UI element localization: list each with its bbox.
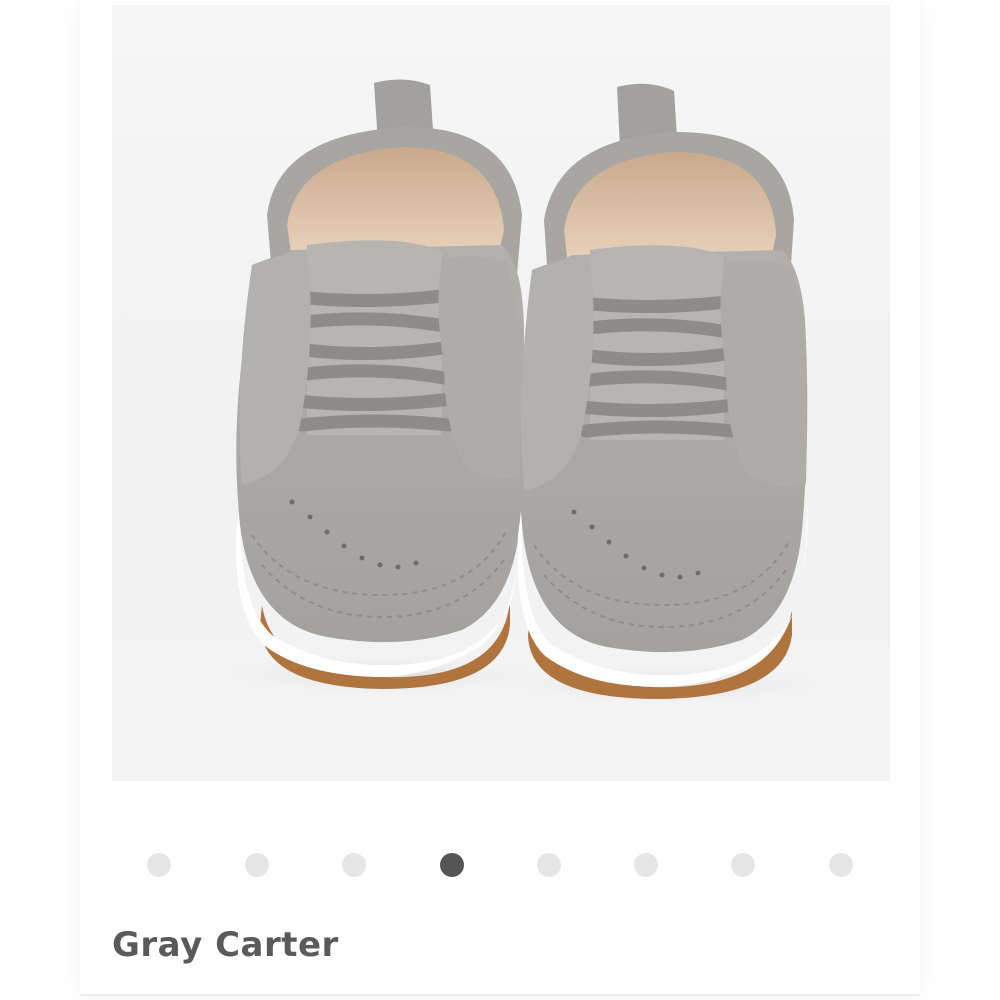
product-page: Gray Carter (0, 0, 1000, 1000)
carousel-dot-1[interactable] (147, 853, 171, 877)
product-image[interactable] (112, 5, 890, 781)
carousel-dot-7[interactable] (731, 853, 755, 877)
divider (80, 994, 920, 996)
shoe-right (517, 83, 808, 699)
product-title: Gray Carter (112, 925, 339, 965)
carousel-dot-8[interactable] (829, 853, 853, 877)
carousel-dot-5[interactable] (537, 853, 561, 877)
carousel-indicators (0, 853, 1000, 877)
product-photo-shoes (212, 79, 837, 707)
carousel-dot-4-active[interactable] (440, 853, 464, 877)
carousel-dot-3[interactable] (342, 853, 366, 877)
carousel-dot-2[interactable] (245, 853, 269, 877)
shoe-left (235, 79, 525, 689)
carousel-dot-6[interactable] (634, 853, 658, 877)
